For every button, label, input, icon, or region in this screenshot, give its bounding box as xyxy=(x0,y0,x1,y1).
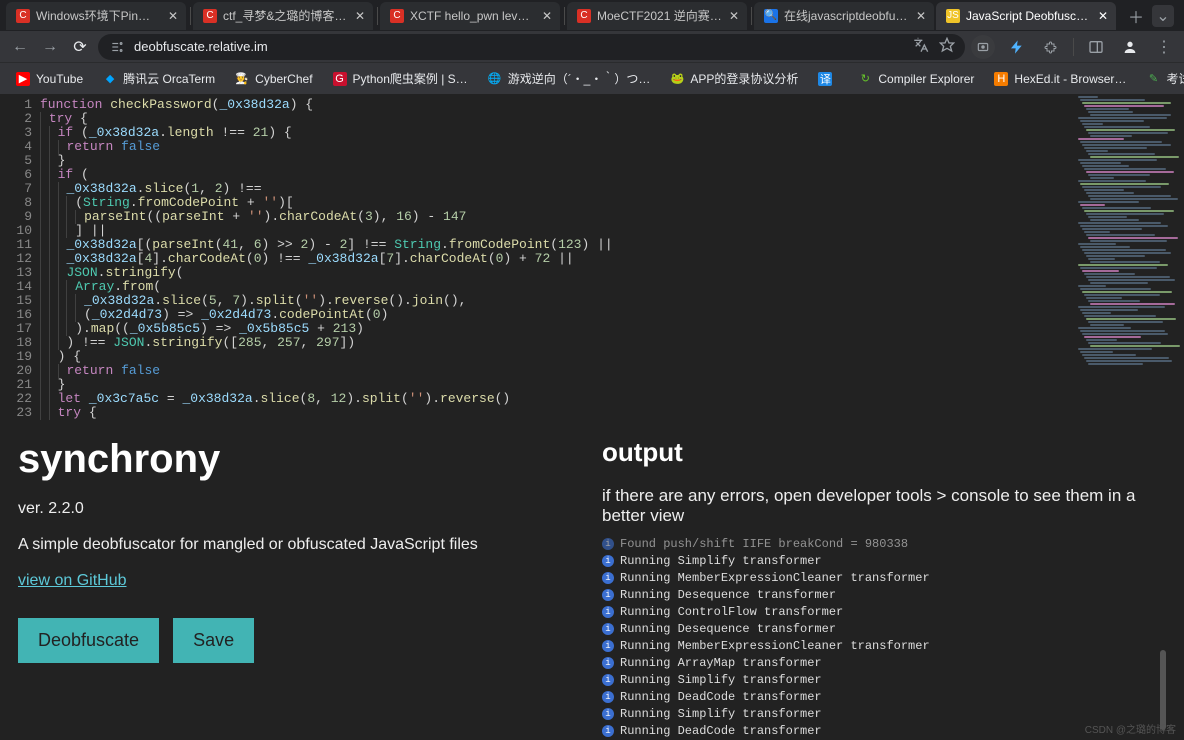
bookmark-item[interactable]: ◆腾讯云 OrcaTerm xyxy=(95,66,223,91)
bookmark-item[interactable]: 🧑‍🍳CyberChef xyxy=(227,68,320,90)
puzzle-extensions-icon[interactable] xyxy=(1039,35,1063,59)
tab-favicon-0: C xyxy=(16,9,30,23)
tab-2[interactable]: C XCTF hello_pwn level2 get_… ✕ xyxy=(380,2,560,30)
tab-4[interactable]: 🔍 在线javascriptdeobfuscator… ✕ xyxy=(754,2,934,30)
github-link[interactable]: view on GitHub xyxy=(18,572,127,590)
menu-icon[interactable]: ⋮ xyxy=(1152,35,1176,59)
tab-strip: C Windows环境下Pin（二进制… ✕ Cctf_寻梦&之璐的博客-CSDN…… xyxy=(0,0,1184,31)
bookmark-item[interactable]: 🌐游戏逆向（´・_・｀）つ… xyxy=(480,66,659,91)
code-editor[interactable]: 1234567891011121314151617181920212223 fu… xyxy=(0,94,1184,417)
bookmark-star-icon[interactable] xyxy=(939,37,955,56)
lens-icon[interactable] xyxy=(971,35,995,59)
tab-title-3: MoeCTF2021 逆向赛题总结… xyxy=(597,7,723,24)
bookmark-item[interactable]: ✎考试宝 xyxy=(1138,66,1184,91)
bookmark-item[interactable]: GPython爬虫案例 | S… xyxy=(325,66,476,91)
url-text: deobfuscate.relative.im xyxy=(134,39,905,54)
minimap[interactable] xyxy=(1072,94,1184,417)
deobfuscate-button[interactable]: Deobfuscate xyxy=(18,618,159,663)
tab-favicon-2: C xyxy=(390,9,404,23)
bookmark-label: 腾讯云 OrcaTerm xyxy=(123,70,215,87)
bookmark-label: 考试宝 xyxy=(1166,70,1184,87)
omnibox-actions xyxy=(913,37,955,56)
log-line: iRunning Simplify transformer xyxy=(602,672,1166,689)
close-icon[interactable]: ✕ xyxy=(914,9,928,23)
output-title: output xyxy=(602,437,1166,468)
tab-title-4: 在线javascriptdeobfuscator… xyxy=(784,7,910,24)
toolbar: ← → ⟳ deobfuscate.relative.im xyxy=(0,31,1184,62)
tab-favicon-3: C xyxy=(577,9,591,23)
bookmark-label: 游戏逆向（´・_・｀）つ… xyxy=(508,70,651,87)
bookmark-item[interactable]: 译 xyxy=(810,68,846,90)
scrollbar[interactable] xyxy=(1160,650,1166,730)
tab-separator xyxy=(377,7,378,25)
log-line: iRunning ArrayMap transformer xyxy=(602,655,1166,672)
code-area[interactable]: function checkPassword(_0x38d32a) { try … xyxy=(40,94,1072,417)
tab-dropdown-button[interactable]: ⌄ xyxy=(1152,5,1174,27)
side-panel-icon[interactable] xyxy=(1084,35,1108,59)
tab-1[interactable]: Cctf_寻梦&之璐的博客-CSDN… ✕ xyxy=(193,2,373,30)
log-line: iRunning ControlFlow transformer xyxy=(602,604,1166,621)
tab-title-1: ctf_寻梦&之璐的博客-CSDN… xyxy=(223,7,349,24)
new-tab-button[interactable]: ＋ xyxy=(1124,4,1148,28)
tab-separator xyxy=(190,7,191,25)
translate-icon[interactable] xyxy=(913,37,929,56)
log-line: iRunning Simplify transformer xyxy=(602,553,1166,570)
bookmark-label: APP的登录协议分析 xyxy=(690,70,798,87)
tab-separator xyxy=(751,7,752,25)
extension-thunder-icon[interactable] xyxy=(1005,35,1029,59)
bookmark-label: YouTube xyxy=(36,72,83,86)
bookmark-label: Compiler Explorer xyxy=(878,72,974,86)
description-text: A simple deobfuscator for mangled or obf… xyxy=(18,536,582,554)
close-icon[interactable]: ✕ xyxy=(353,9,367,23)
tab-3[interactable]: C MoeCTF2021 逆向赛题总结… ✕ xyxy=(567,2,747,30)
close-icon[interactable]: ✕ xyxy=(727,9,741,23)
forward-button[interactable]: → xyxy=(38,35,62,59)
tab-title-5: JavaScript Deobfuscator xyxy=(966,9,1092,23)
log-line: iRunning Desequence transformer xyxy=(602,587,1166,604)
log-line: iFound push/shift IIFE breakCond = 98033… xyxy=(602,536,1166,553)
output-panel: output if there are any errors, open dev… xyxy=(602,437,1166,740)
tab-5-active[interactable]: JS JavaScript Deobfuscator ✕ xyxy=(936,2,1116,30)
log-line: iRunning DeadCode transformer xyxy=(602,689,1166,706)
tab-favicon-1: C xyxy=(203,9,217,23)
log-line: iRunning MemberExpressionCleaner transfo… xyxy=(602,570,1166,587)
profile-icon[interactable] xyxy=(1118,35,1142,59)
bookmark-label: Python爬虫案例 | S… xyxy=(353,70,468,87)
log-line: iRunning DeadCode transformer xyxy=(602,723,1166,740)
tab-separator xyxy=(564,7,565,25)
lower-panel: synchrony ver. 2.2.0 A simple deobfuscat… xyxy=(0,417,1184,740)
save-button[interactable]: Save xyxy=(173,618,254,663)
bookmark-label: CyberChef xyxy=(255,72,312,86)
bookmark-item[interactable]: 🐸APP的登录协议分析 xyxy=(662,66,806,91)
tab-0[interactable]: C Windows环境下Pin（二进制… ✕ xyxy=(6,2,186,30)
tab-title-2: XCTF hello_pwn level2 get_… xyxy=(410,9,536,23)
log-line: iRunning Simplify transformer xyxy=(602,706,1166,723)
toolbar-icons: ⋮ xyxy=(971,35,1176,59)
bookmark-item[interactable]: HHexEd.it - Browser… xyxy=(986,68,1134,90)
back-button[interactable]: ← xyxy=(8,35,32,59)
reload-button[interactable]: ⟳ xyxy=(68,35,92,59)
tab-favicon-5: JS xyxy=(946,9,960,23)
site-info-icon[interactable] xyxy=(108,38,126,56)
close-icon[interactable]: ✕ xyxy=(540,9,554,23)
omnibox[interactable]: deobfuscate.relative.im xyxy=(98,34,965,60)
info-panel: synchrony ver. 2.2.0 A simple deobfuscat… xyxy=(18,437,582,740)
bookmarks-bar: ▶YouTube ◆腾讯云 OrcaTerm 🧑‍🍳CyberChef GPyt… xyxy=(0,62,1184,94)
bookmark-label: HexEd.it - Browser… xyxy=(1014,72,1126,86)
bookmark-item[interactable]: ▶YouTube xyxy=(8,68,91,90)
line-numbers: 1234567891011121314151617181920212223 xyxy=(0,94,40,417)
tab-title-0: Windows环境下Pin（二进制… xyxy=(36,7,162,24)
tab-favicon-4: 🔍 xyxy=(764,9,778,23)
log-line: iRunning Desequence transformer xyxy=(602,621,1166,638)
close-icon[interactable]: ✕ xyxy=(166,9,180,23)
page-content: 1234567891011121314151617181920212223 fu… xyxy=(0,94,1184,740)
output-hint: if there are any errors, open developer … xyxy=(602,486,1166,526)
log-box[interactable]: iFound push/shift IIFE breakCond = 98033… xyxy=(602,536,1166,740)
watermark: CSDN @之璐的博客 xyxy=(1085,721,1176,736)
log-line: iRunning MemberExpressionCleaner transfo… xyxy=(602,638,1166,655)
version-text: ver. 2.2.0 xyxy=(18,500,582,518)
bookmark-item[interactable]: ↻Compiler Explorer xyxy=(850,68,982,90)
close-icon[interactable]: ✕ xyxy=(1096,9,1110,23)
app-title: synchrony xyxy=(18,437,582,482)
